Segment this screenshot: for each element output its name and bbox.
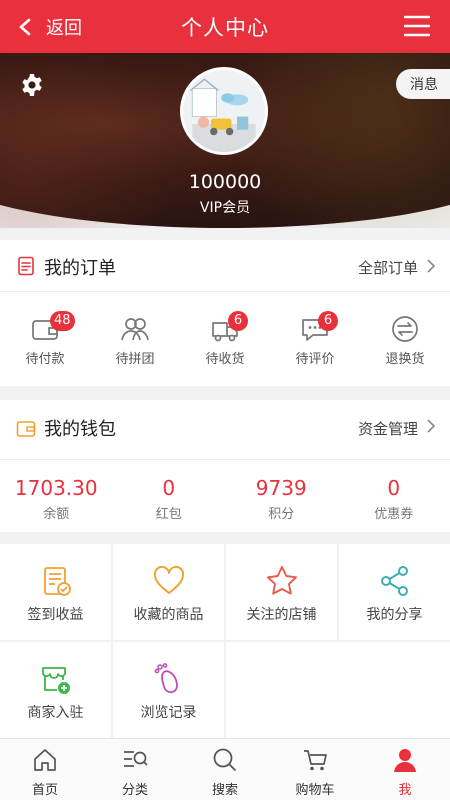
store-icon [41,667,70,694]
nav-label: 搜索 [211,783,238,798]
member-level: VIP会员 [199,200,251,216]
wallet-balance[interactable]: 1703.30 余额 [0,460,113,532]
empty-tile [226,642,450,738]
order-status-pending-payment[interactable]: 48 待付款 [0,292,90,386]
service-browse-history[interactable]: 浏览记录 [113,642,224,738]
avatar-image [183,70,265,152]
group-icon [121,318,149,341]
profile-banner: 消息 100000 VIP会员 [0,53,450,238]
share-icon [380,566,408,596]
order-status-returns[interactable]: 退换货 [360,292,450,386]
coupon-label: 优惠券 [374,507,414,522]
points-value: 9739 [255,476,307,500]
order-status-label: 待拼团 [115,352,155,367]
services-grid: 签到收益 收藏的商品 关注的店铺 我的分享 商家入驻 浏览记录 [0,544,450,738]
order-status-pending-review[interactable]: 6 待评价 [270,292,360,386]
service-share[interactable]: 我的分享 [339,544,450,640]
service-label: 浏览记录 [140,705,197,721]
fund-management-link[interactable]: 资金管理 [358,418,418,439]
service-checkin[interactable]: 签到收益 [0,544,111,640]
order-status-row: 48 待付款 待拼团 6 待收货 6 待评价 退换货 [0,292,450,386]
service-label: 我的分享 [366,607,423,623]
orders-section: 我的订单 全部订单 48 待付款 待拼团 6 待收货 6 待评价 退换货 [0,240,450,386]
pending-receipt-badge: 6 [228,311,248,331]
service-label: 关注的店铺 [246,607,317,623]
red-packet-value: 0 [162,476,176,500]
all-orders-link[interactable]: 全部订单 [358,257,418,278]
wallet-card-icon [16,421,36,437]
category-icon [124,751,148,767]
service-merchant-join[interactable]: 商家入驻 [0,642,111,738]
nav-home[interactable]: 首页 [0,739,90,800]
nav-label: 购物车 [295,783,335,798]
user-id: 100000 [188,171,262,193]
service-label: 收藏的商品 [133,607,204,623]
chevron-right-icon[interactable] [426,418,436,434]
wallet-title: 我的钱包 [44,419,116,440]
wallet-coupons[interactable]: 0 优惠券 [338,460,450,532]
home-icon [34,749,56,771]
orders-title: 我的订单 [44,258,116,279]
avatar[interactable] [180,67,268,155]
order-status-pending-group[interactable]: 待拼团 [90,292,180,386]
nav-label: 分类 [121,783,148,798]
service-label: 商家入驻 [27,705,84,721]
search-icon [213,748,237,772]
cart-icon [304,750,327,771]
service-label: 签到收益 [27,607,84,623]
orders-header: 我的订单 全部订单 [0,240,450,292]
page-title: 个人中心 [181,16,269,40]
nav-search[interactable]: 搜索 [180,739,270,800]
order-document-icon [18,256,34,276]
pending-review-badge: 6 [318,311,338,331]
order-status-label: 退换货 [385,352,425,367]
red-packet-label: 红包 [155,507,182,522]
checkin-icon [43,567,71,596]
wallet-header: 我的钱包 资金管理 [0,400,450,460]
wallet-red-packets[interactable]: 0 红包 [113,460,226,532]
nav-category[interactable]: 分类 [90,739,180,800]
wallet-section: 我的钱包 资金管理 1703.30 余额 0 红包 9739 积分 0 优惠券 [0,400,450,532]
order-status-label: 待收货 [205,352,245,367]
balance-label: 余额 [43,507,70,522]
service-favorites[interactable]: 收藏的商品 [113,544,224,640]
nav-me[interactable]: 我 [360,739,450,800]
user-icon [394,749,416,772]
nav-cart[interactable]: 购物车 [270,739,360,800]
heart-icon [153,565,184,594]
star-icon [266,566,297,595]
wallet-stats-row: 1703.30 余额 0 红包 9739 积分 0 优惠券 [0,460,450,532]
pending-payment-badge: 48 [50,311,75,331]
gear-icon[interactable] [20,73,44,97]
coupon-value: 0 [387,476,401,500]
order-status-pending-receipt[interactable]: 6 待收货 [180,292,270,386]
order-status-label: 待付款 [25,352,65,367]
order-status-label: 待评价 [295,352,335,367]
menu-button[interactable] [403,14,431,38]
footprint-icon [154,663,178,694]
service-followed-shops[interactable]: 关注的店铺 [226,544,337,640]
hamburger-menu-icon [403,15,431,37]
chevron-right-icon[interactable] [426,258,436,274]
top-bar: 返回 个人中心 [0,0,450,53]
nav-label: 首页 [31,783,58,798]
points-label: 积分 [268,507,295,522]
balance-value: 1703.30 [14,476,98,500]
return-icon [392,316,418,342]
bottom-nav: 首页 分类 搜索 购物车 我 [0,738,450,800]
message-button[interactable]: 消息 [396,69,450,99]
wallet-points[interactable]: 9739 积分 [225,460,338,532]
nav-label: 我 [398,783,412,798]
